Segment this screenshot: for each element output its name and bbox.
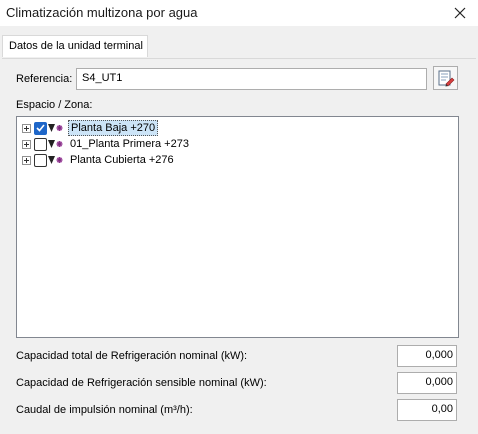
tree-node-label[interactable]: Planta Cubierta +276 — [68, 153, 176, 167]
capacidad-total-input[interactable]: 0,000 — [397, 345, 457, 367]
expand-icon[interactable] — [22, 139, 31, 149]
referencia-label: Referencia: — [16, 73, 73, 85]
title-bar: Climatización multizona por agua — [0, 0, 478, 26]
edit-referencia-button[interactable] — [433, 66, 458, 90]
espacio-zona-label: Espacio / Zona: — [16, 99, 93, 111]
tree-node-label[interactable]: Planta Baja +270 — [68, 120, 159, 136]
expand-icon[interactable] — [22, 123, 31, 133]
caudal-impulsion-label: Caudal de impulsión nominal (m³/h): — [16, 404, 193, 416]
caudal-impulsion-input[interactable]: 0,00 — [397, 399, 457, 421]
tree-node-planta-cubierta[interactable]: Planta Cubierta +276 — [22, 152, 176, 168]
tree-node-planta-baja[interactable]: Planta Baja +270 — [22, 120, 159, 136]
capacidad-total-label: Capacidad total de Refrigeración nominal… — [16, 350, 248, 362]
tab-strip: Datos de la unidad terminal — [0, 26, 478, 58]
tree-node-label[interactable]: 01_Planta Primera +273 — [68, 137, 191, 151]
capacidad-sensible-input[interactable]: 0,000 — [397, 372, 457, 394]
check-icon — [36, 124, 45, 132]
node-checkbox[interactable] — [34, 137, 47, 151]
edit-icon — [438, 70, 454, 87]
tree-node-planta-primera[interactable]: 01_Planta Primera +273 — [22, 136, 191, 152]
expand-icon[interactable] — [22, 155, 31, 165]
espacio-zona-tree[interactable]: Planta Baja +270 01_Planta Primera +273 … — [16, 116, 459, 338]
zone-icon — [48, 123, 64, 133]
tab-datos-unidad-terminal[interactable]: Datos de la unidad terminal — [2, 35, 148, 57]
zone-icon — [48, 139, 64, 149]
referencia-input[interactable]: S4_UT1 — [76, 68, 427, 90]
zone-icon — [48, 155, 64, 165]
node-checkbox[interactable] — [34, 153, 47, 167]
node-checkbox[interactable] — [34, 121, 47, 135]
window-title: Climatización multizona por agua — [6, 5, 198, 20]
close-icon — [454, 7, 466, 19]
close-button[interactable] — [442, 0, 478, 26]
capacidad-sensible-label: Capacidad de Refrigeración sensible nomi… — [16, 377, 267, 389]
